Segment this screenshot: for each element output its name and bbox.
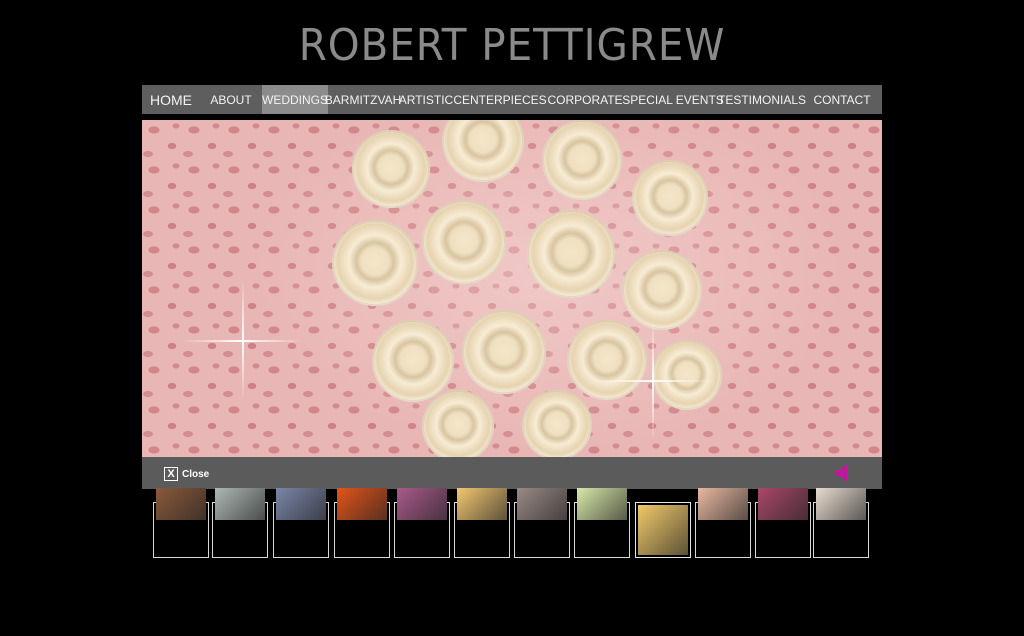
thumbnail-image	[156, 488, 206, 520]
nav-item-corporate[interactable]: CORPORATE	[546, 85, 624, 114]
thumbnail-image	[337, 488, 387, 520]
rose	[567, 320, 647, 400]
thumbnail[interactable]	[273, 488, 329, 558]
gallery-main-image	[142, 120, 882, 457]
thumbnail-image	[816, 488, 866, 520]
thumbnail[interactable]	[394, 488, 450, 558]
thumbnail-image	[397, 488, 447, 520]
rose	[462, 310, 546, 394]
thumbnail[interactable]	[153, 488, 209, 558]
thumbnail-image	[215, 488, 265, 520]
thumbnail[interactable]	[635, 488, 691, 558]
close-icon: X	[164, 467, 178, 481]
thumbnail-image	[517, 488, 567, 520]
rose	[522, 390, 592, 457]
rose	[632, 160, 708, 236]
thumbnail[interactable]	[755, 488, 811, 558]
nav-item-barmitzvah[interactable]: BARMITZVAH	[325, 85, 401, 114]
sparkle	[652, 320, 654, 440]
rose	[372, 320, 454, 402]
site-logo-title[interactable]: ROBERT PETTIGREW	[41, 18, 983, 74]
thumbnail[interactable]	[813, 488, 869, 558]
rose	[422, 200, 506, 284]
nav-item-weddings[interactable]: WEDDINGS	[262, 85, 328, 114]
rose-bouquet-image	[312, 120, 742, 457]
thumbnail[interactable]	[454, 488, 510, 558]
main-nav: HOME ABOUT WEDDINGS BARMITZVAH ARTISTIC CENTE…	[142, 85, 882, 114]
thumbnail[interactable]	[334, 488, 390, 558]
rose	[442, 120, 524, 182]
sparkle	[242, 280, 244, 400]
thumbnail[interactable]	[574, 488, 630, 558]
rose	[652, 340, 722, 410]
thumbnail-strip	[153, 488, 873, 558]
thumbnail[interactable]	[695, 488, 751, 558]
rose	[622, 250, 702, 330]
nav-item-centerpieces[interactable]: CENTERPIECES	[453, 85, 546, 114]
thumbnail-image	[457, 488, 507, 520]
thumbnail-image	[276, 488, 326, 520]
thumbnail-image	[698, 488, 748, 520]
rose	[527, 210, 615, 298]
thumbnail[interactable]	[212, 488, 268, 558]
nav-item-artistic[interactable]: ARTISTIC	[398, 85, 454, 114]
nav-item-contact[interactable]: CONTACT	[802, 85, 882, 114]
nav-item-about[interactable]: ABOUT	[200, 85, 262, 114]
thumbnail[interactable]	[514, 488, 570, 558]
thumbnail-image	[577, 488, 627, 520]
rose	[352, 130, 430, 208]
close-label: Close	[182, 468, 210, 480]
nav-item-special-events[interactable]: SPECIAL EVENTS	[622, 85, 724, 114]
nav-item-home[interactable]: HOME	[142, 85, 200, 114]
rose	[422, 390, 494, 457]
speaker-icon[interactable]	[834, 463, 850, 483]
viewer-control-bar: X Close	[142, 457, 882, 489]
rose	[332, 220, 418, 306]
thumbnail-image	[638, 505, 688, 555]
thumbnail-image	[758, 488, 808, 520]
rose	[542, 120, 622, 200]
nav-item-testimonials[interactable]: TESTIMONIALS	[718, 85, 806, 114]
close-button[interactable]: X Close	[164, 467, 209, 481]
